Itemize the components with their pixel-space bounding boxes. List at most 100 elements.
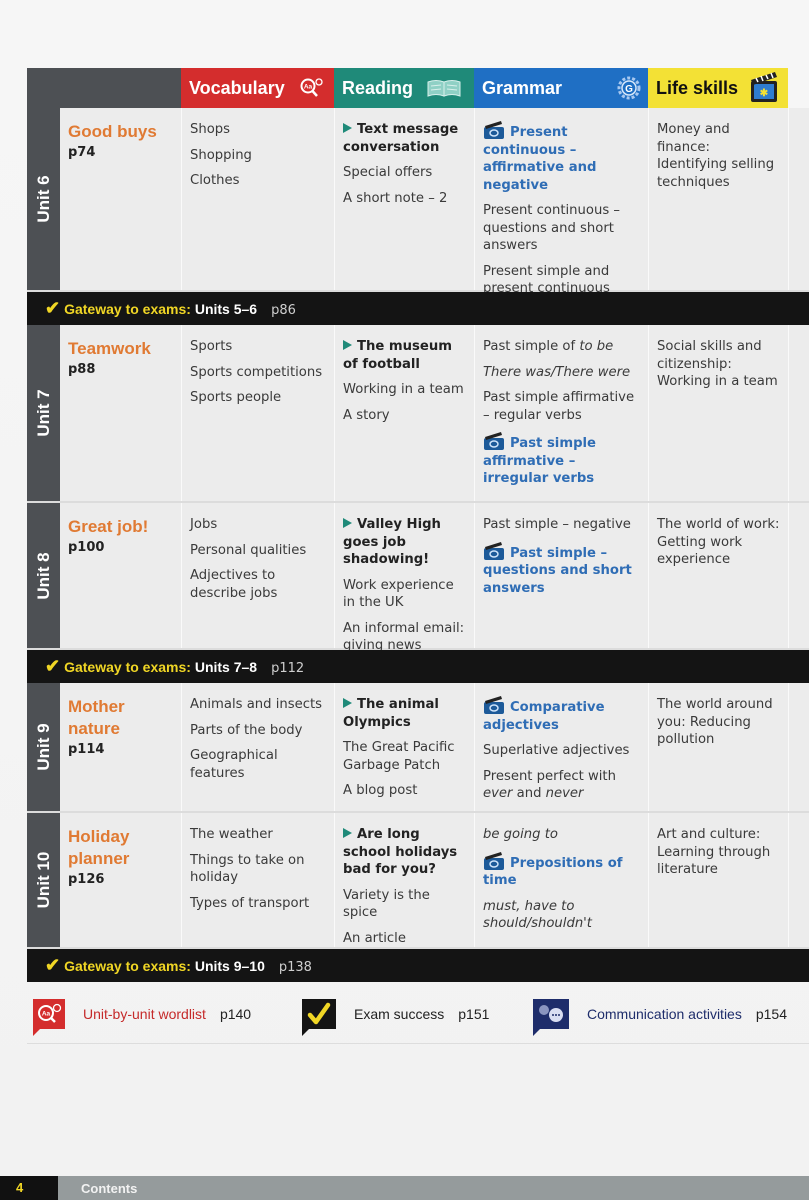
page-number: 4 bbox=[0, 1176, 58, 1200]
reading-item: Work experience in the UK bbox=[343, 577, 454, 611]
vocabulary-item: Adjectives to describe jobs bbox=[190, 568, 278, 601]
grammar-item: Past simple – negative bbox=[483, 517, 631, 532]
communication-activities-link[interactable]: Communication activities p154 bbox=[533, 996, 787, 1036]
unit-label-tab: Unit 10 bbox=[27, 813, 60, 947]
unit-title-cell: Mother nature p114 bbox=[60, 683, 181, 811]
unit-title[interactable]: Teamwork bbox=[68, 338, 173, 360]
unit-row-6: Unit 6 Good buys p74 Shops Shopping Clot… bbox=[27, 108, 809, 296]
play-triangle-icon bbox=[343, 828, 352, 838]
link-page: p151 bbox=[458, 1006, 490, 1022]
gateway-label: Gateway to exams: bbox=[64, 659, 191, 675]
reading-main-item: The animal Olympics bbox=[343, 696, 466, 731]
link-page: p154 bbox=[755, 1006, 787, 1022]
reading-item: An article bbox=[343, 930, 406, 946]
header-life-skills: Life skills ✱ bbox=[648, 68, 788, 117]
life-skills-item: Art and culture: Learning through litera… bbox=[657, 827, 771, 877]
life-skills-cell: Art and culture: Learning through litera… bbox=[648, 813, 788, 947]
unit-title[interactable]: Mother nature bbox=[68, 696, 173, 740]
exam-success-link[interactable]: Exam success p151 bbox=[302, 996, 490, 1036]
grammar-video-item: Prepositions of time bbox=[483, 851, 640, 890]
unit-page: p126 bbox=[68, 872, 105, 887]
grammar-italic-text: ever bbox=[483, 786, 513, 801]
grammar-video-item: Present continuous – affirmative and neg… bbox=[483, 121, 640, 194]
life-skills-cell: Social skills and citizenship: Working i… bbox=[648, 325, 788, 501]
reading-item: Working in a team bbox=[343, 382, 464, 397]
spacer-cell bbox=[788, 108, 809, 290]
vocabulary-item: Things to take on holiday bbox=[190, 852, 305, 886]
checkmark-icon: ✔ bbox=[45, 298, 61, 318]
header-vocabulary: Vocabulary Aa bbox=[181, 68, 334, 117]
video-clapperboard-icon bbox=[484, 851, 504, 870]
unit-title[interactable]: Great job! bbox=[68, 516, 173, 538]
vocabulary-item: Shops bbox=[190, 122, 231, 137]
reading-main-text: Text message conversation bbox=[343, 122, 459, 155]
life-skills-cell: Money and finance: Identifying selling t… bbox=[648, 108, 788, 290]
reading-item: Variety is the spice bbox=[343, 887, 430, 921]
grammar-italic-text: must, have to should/shouldn't bbox=[483, 898, 592, 932]
vocabulary-item: Shopping bbox=[190, 147, 252, 163]
grammar-cell: be going to Prepositions of time must, h… bbox=[474, 813, 648, 947]
video-clapperboard-icon bbox=[484, 541, 504, 560]
reading-cell: Text message conversation Special offers… bbox=[334, 108, 474, 290]
contents-page: Vocabulary Aa Reading Grammar G Life ski… bbox=[0, 0, 809, 1200]
gateway-units: Units 9–10 bbox=[194, 958, 265, 974]
checkmark-icon bbox=[307, 1002, 331, 1025]
svg-text:Aa: Aa bbox=[304, 84, 313, 91]
unit-label-tab: Unit 9 bbox=[27, 683, 60, 811]
video-clapperboard-icon bbox=[484, 121, 504, 139]
gateway-page: p86 bbox=[271, 303, 296, 318]
reading-main-item: Valley High goes job shadowing! bbox=[343, 516, 466, 569]
reading-main-text: The museum of football bbox=[343, 339, 452, 372]
unit-row-9: Unit 9 Mother nature p114 Animals and in… bbox=[27, 683, 809, 813]
unit-label-tab: Unit 7 bbox=[27, 325, 60, 501]
grammar-video-item: Past simple – questions and short answer… bbox=[483, 541, 640, 598]
gateway-row[interactable]: ✔ Gateway to exams: Units 9–10 p138 bbox=[27, 949, 809, 982]
unit-title-cell: Good buys p74 bbox=[60, 108, 181, 290]
vocabulary-item: Types of transport bbox=[190, 895, 310, 911]
grammar-text: Past simple of bbox=[483, 339, 580, 354]
grammar-item: Past simple affirmative – regular verbs bbox=[483, 390, 635, 423]
svg-text:G: G bbox=[625, 84, 633, 95]
life-skills-cell: The world of work: Getting work experien… bbox=[648, 503, 788, 648]
unit-title[interactable]: Good buys bbox=[68, 121, 173, 143]
gateway-row[interactable]: ✔ Gateway to exams: Units 5–6 p86 bbox=[27, 292, 809, 325]
gateway-units: Units 7–8 bbox=[194, 659, 258, 675]
grammar-video-text: Past simple – questions and short answer… bbox=[483, 545, 632, 596]
column-header-row: Vocabulary Aa Reading Grammar G Life ski… bbox=[27, 68, 809, 117]
reading-main-text: The animal Olympics bbox=[343, 697, 439, 730]
grammar-text: Present perfect with bbox=[483, 768, 616, 784]
gateway-label: Gateway to exams: bbox=[64, 301, 191, 317]
communication-badge bbox=[533, 999, 569, 1036]
play-triangle-icon bbox=[343, 518, 352, 528]
svg-text:Aa: Aa bbox=[42, 1011, 51, 1018]
play-triangle-icon bbox=[343, 698, 352, 708]
grammar-cell: Past simple – negative Past simple – que… bbox=[474, 503, 648, 648]
reading-main-text: Valley High goes job shadowing! bbox=[343, 517, 441, 567]
unit-title-cell: Teamwork p88 bbox=[60, 325, 181, 501]
header-vocabulary-label: Vocabulary bbox=[189, 78, 285, 98]
grammar-video-item: Past simple affirmative – irregular verb… bbox=[483, 432, 640, 488]
link-label: Exam success bbox=[354, 1006, 445, 1022]
reading-cell: The museum of football Working in a team… bbox=[334, 325, 474, 501]
grammar-item: Past simple of to be bbox=[483, 338, 640, 356]
grammar-italic-text: There was/There were bbox=[483, 364, 631, 380]
wordlist-link[interactable]: Aa Unit-by-unit wordlist p140 bbox=[33, 996, 251, 1036]
checkmark-icon: ✔ bbox=[45, 955, 61, 975]
reading-cell: The animal Olympics The Great Pacific Ga… bbox=[334, 683, 474, 811]
gateway-label: Gateway to exams: bbox=[64, 958, 191, 974]
gateway-row[interactable]: ✔ Gateway to exams: Units 7–8 p112 bbox=[27, 650, 809, 683]
reading-cell: Are long school holidays bad for you? Va… bbox=[334, 813, 474, 947]
unit-label: Unit 10 bbox=[33, 851, 53, 909]
play-triangle-icon bbox=[343, 340, 352, 350]
vocabulary-item: Animals and insects bbox=[190, 697, 322, 712]
spacer-cell bbox=[788, 813, 809, 947]
appendix-links: Aa Unit-by-unit wordlist p140 Exam succe… bbox=[27, 996, 809, 1044]
vocabulary-item: Geographical features bbox=[190, 748, 278, 781]
unit-label: Unit 9 bbox=[33, 723, 53, 771]
grammar-item: Superlative adjectives bbox=[483, 743, 630, 758]
reading-item: Special offers bbox=[343, 165, 433, 180]
reading-item: A story bbox=[343, 407, 390, 423]
unit-title[interactable]: Holiday planner bbox=[68, 826, 173, 870]
grammar-item: Present perfect with ever and never bbox=[483, 768, 640, 803]
vocabulary-item: Sports competitions bbox=[190, 364, 323, 380]
